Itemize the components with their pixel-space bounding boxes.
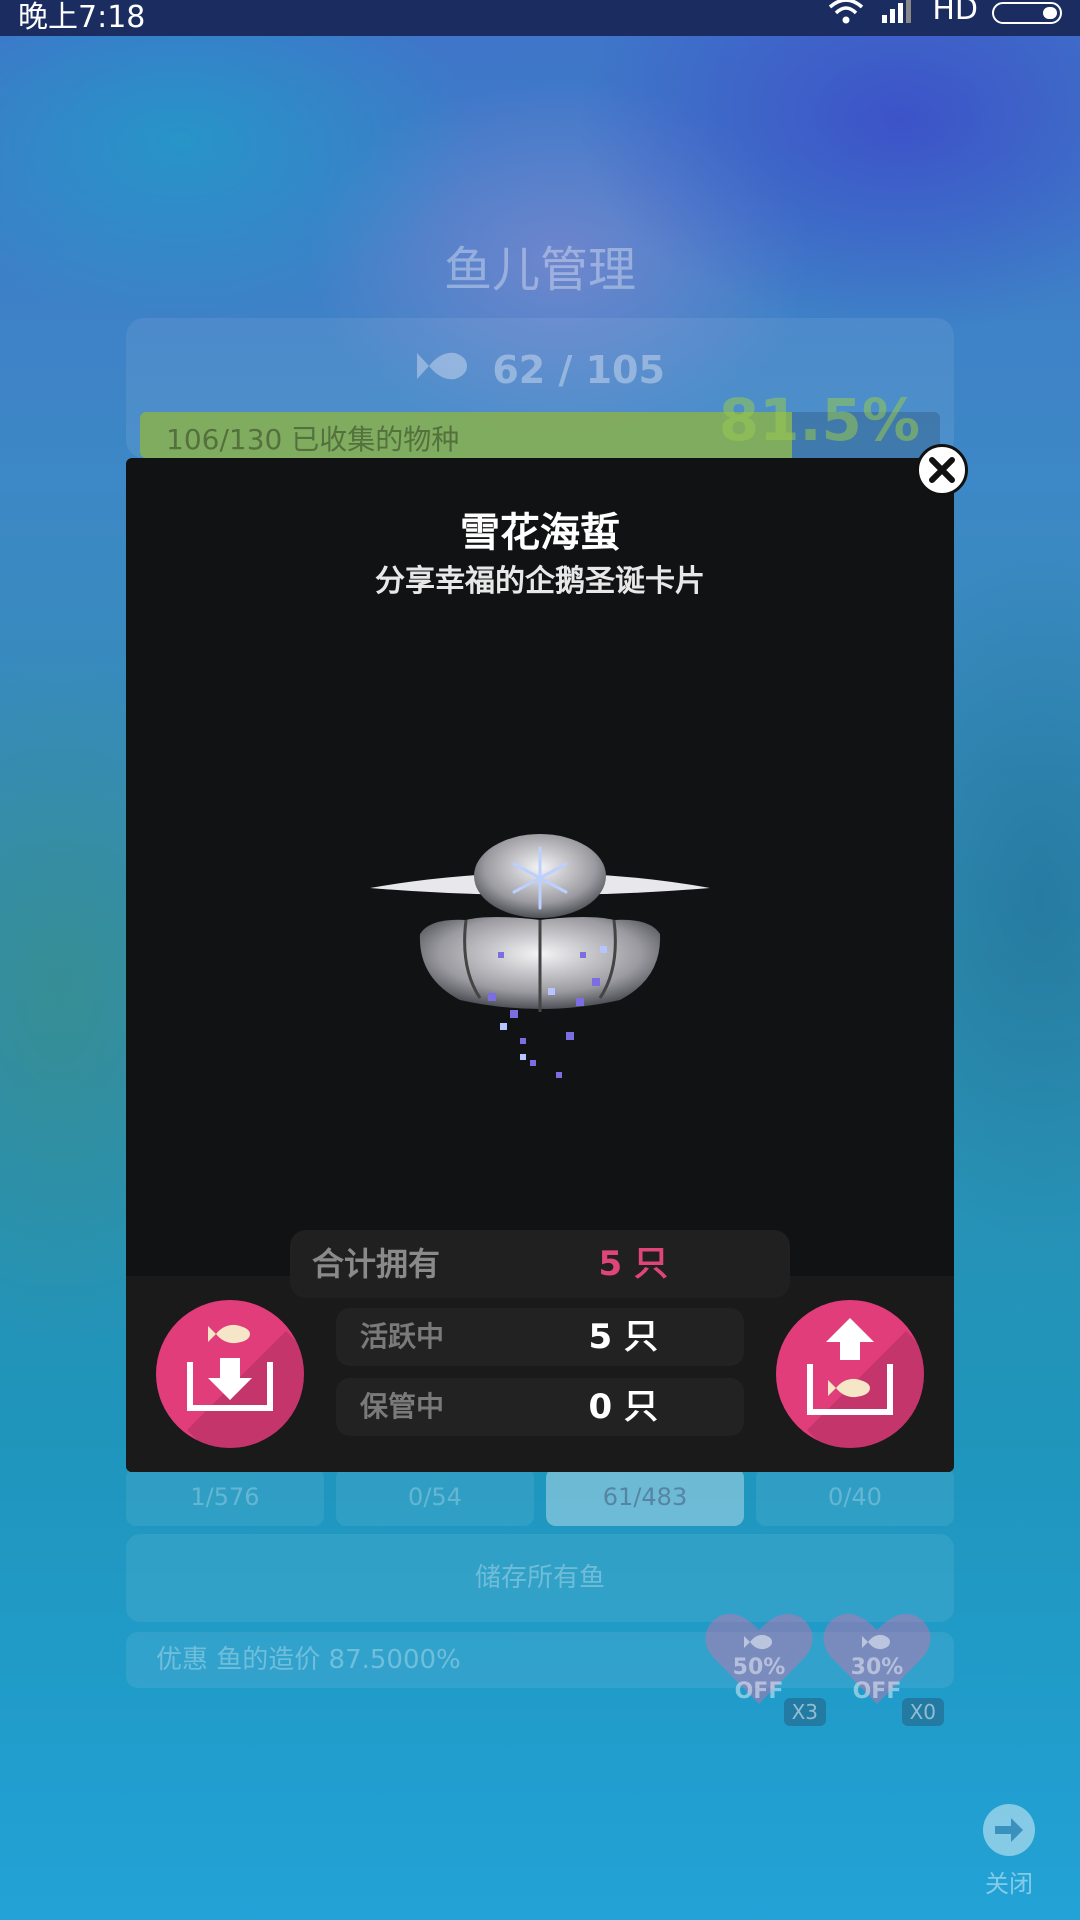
active-label: 活跃中 bbox=[360, 1320, 445, 1353]
species-progress-label: 106/130 已收集的物种 bbox=[166, 423, 460, 456]
category-tabs: 1/576 0/54 61/483 0/40 bbox=[126, 1468, 954, 1526]
wifi-icon bbox=[829, 0, 864, 23]
total-owned-label: 合计拥有 bbox=[312, 1245, 441, 1283]
fish-icon bbox=[417, 352, 468, 380]
close-page-label: 关闭 bbox=[985, 1870, 1033, 1898]
fish-detail-modal: 雪花海蜇 分享幸福的企鹅圣诞卡片 合计拥有 5 只 活跃中 5 只 保管中 0 … bbox=[126, 444, 968, 1472]
coupon-percent: 50% bbox=[732, 1655, 786, 1680]
status-bar: 晚上7:18 HD bbox=[0, 0, 1080, 36]
tab-category-1[interactable]: 1/576 bbox=[126, 1468, 324, 1526]
stored-value: 0 只 bbox=[588, 1387, 659, 1427]
fish-source: 分享幸福的企鹅圣诞卡片 bbox=[375, 564, 705, 599]
active-row: 活跃中 5 只 bbox=[336, 1308, 744, 1366]
close-x-icon bbox=[929, 457, 955, 483]
release-fish-button[interactable] bbox=[776, 1300, 924, 1448]
total-owned-row: 合计拥有 5 只 bbox=[290, 1230, 790, 1298]
network-type: HD bbox=[932, 0, 978, 27]
stored-label: 保管中 bbox=[360, 1390, 445, 1423]
coupon-50[interactable]: 50% OFF X3 bbox=[704, 1608, 826, 1726]
tab-category-4[interactable]: 0/40 bbox=[756, 1468, 954, 1526]
active-value: 5 只 bbox=[588, 1317, 659, 1357]
snowflake-jellyfish-image bbox=[370, 834, 710, 1078]
close-page-button[interactable]: 关闭 bbox=[964, 1804, 1054, 1899]
coupon-multiplier: X0 bbox=[901, 1698, 944, 1726]
coupon-text: 30% OFF bbox=[822, 1656, 932, 1704]
tab-category-2[interactable]: 0/54 bbox=[336, 1468, 534, 1526]
battery-icon bbox=[992, 1, 1062, 24]
tab-category-3[interactable]: 61/483 bbox=[546, 1468, 744, 1526]
fish-name: 雪花海蜇 bbox=[460, 510, 620, 556]
fish-count-value: 62 / 105 bbox=[492, 348, 665, 392]
status-icons: HD bbox=[826, 0, 1062, 27]
coupon-30[interactable]: 30% OFF X0 bbox=[822, 1608, 944, 1726]
coupon-text: 50% OFF bbox=[704, 1656, 814, 1704]
fish-release-icon bbox=[807, 1318, 893, 1415]
close-modal-button[interactable] bbox=[916, 444, 968, 496]
stored-row: 保管中 0 只 bbox=[336, 1378, 744, 1436]
coupon-multiplier: X3 bbox=[783, 1698, 826, 1726]
species-percent: 81.5% bbox=[718, 386, 920, 454]
store-fish-button[interactable] bbox=[156, 1300, 304, 1448]
status-time: 晚上7:18 bbox=[18, 0, 146, 35]
coupon-percent: 30% bbox=[850, 1655, 904, 1680]
signal-icon bbox=[882, 0, 912, 23]
page-title: 鱼儿管理 bbox=[443, 242, 636, 298]
arrow-right-icon bbox=[983, 1804, 1035, 1856]
total-owned-value: 5 只 bbox=[598, 1244, 669, 1284]
fish-store-icon bbox=[187, 1324, 273, 1411]
